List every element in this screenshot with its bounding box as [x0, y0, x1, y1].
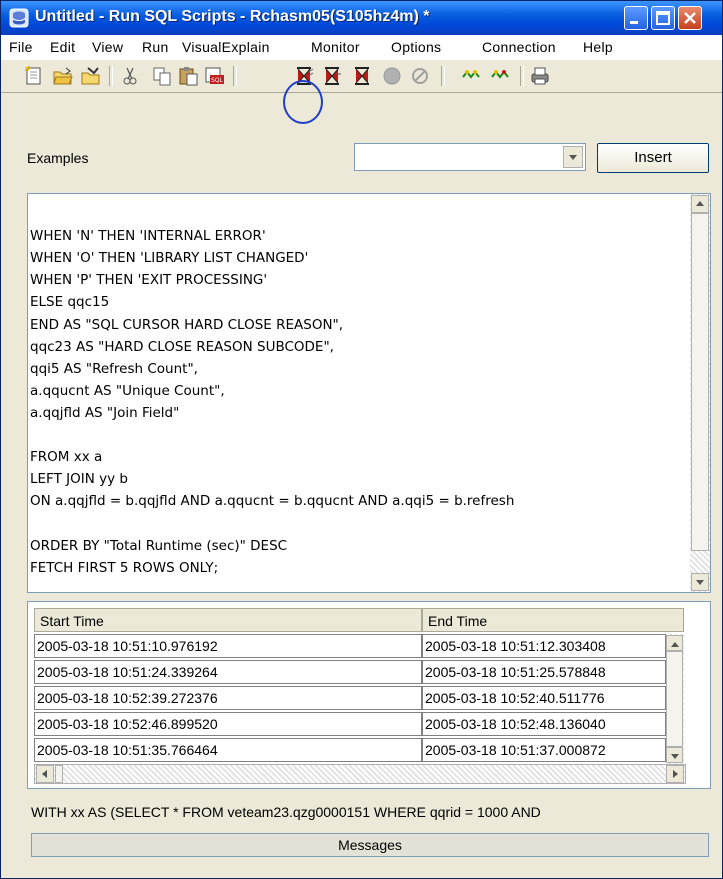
scroll-thumb[interactable]: [55, 765, 63, 783]
sql-line: ON a.qqjfld = b.qqjfld AND a.qqucnt = b.…: [30, 493, 515, 510]
cut-icon[interactable]: [119, 65, 141, 87]
scroll-up-button[interactable]: [666, 635, 683, 651]
cell-start-time[interactable]: 2005-03-18 10:51:35.766464: [34, 738, 422, 762]
arrow-left-icon: [42, 770, 47, 778]
sql-line: [30, 424, 686, 446]
cell-end-time[interactable]: 2005-03-18 10:52:48.136040: [422, 712, 666, 736]
app-icon: [9, 8, 29, 28]
examples-dropdown[interactable]: [354, 143, 586, 171]
sql-line: ORDER BY "Total Runtime (sec)" DESC: [30, 537, 288, 554]
sql-line: LEFT JOIN yy b: [30, 471, 128, 488]
menu-edit[interactable]: Edit: [50, 39, 75, 55]
menu-bar: File Edit View Run VisualExplain Monitor…: [1, 35, 722, 59]
toolbar: SQL: [1, 59, 722, 93]
toolbar-separator: [441, 66, 445, 86]
sql-line: qqc23 AS "HARD CLOSE REASON SUBCODE",: [30, 338, 334, 355]
menu-monitor[interactable]: Monitor: [311, 39, 360, 55]
dropdown-arrow-button[interactable]: [563, 146, 583, 168]
toolbar-separator: [233, 66, 237, 86]
messages-tab[interactable]: Messages: [31, 833, 709, 857]
cell-start-time[interactable]: 2005-03-18 10:51:10.976192: [34, 634, 422, 658]
menu-connection[interactable]: Connection: [482, 39, 556, 55]
save-icon[interactable]: [80, 65, 102, 87]
minimize-icon: [630, 21, 638, 24]
menu-view[interactable]: View: [92, 39, 123, 55]
sql-line: END AS "SQL CURSOR HARD CLOSE REASON",: [30, 316, 344, 333]
print-icon[interactable]: [529, 65, 551, 87]
title-bar[interactable]: Untitled - Run SQL Scripts - Rchasm05(S1…: [1, 1, 722, 35]
toolbar-separator: [109, 66, 113, 86]
run-sql-scripts-window: Untitled - Run SQL Scripts - Rchasm05(S1…: [0, 0, 723, 879]
run-selected-icon[interactable]: [351, 65, 373, 87]
sql-line: ELSE qqc15: [30, 294, 110, 311]
insert-button[interactable]: Insert: [597, 143, 709, 173]
cell-start-time[interactable]: 2005-03-18 10:52:39.272376: [34, 686, 422, 710]
paste-icon[interactable]: [177, 65, 199, 87]
maximize-button[interactable]: [651, 6, 675, 30]
arrow-right-icon: [673, 770, 678, 778]
cell-end-time[interactable]: 2005-03-18 10:51:12.303408: [422, 634, 666, 658]
scroll-thumb[interactable]: [691, 213, 709, 551]
copy-icon[interactable]: [151, 65, 173, 87]
scroll-right-button[interactable]: [666, 765, 684, 783]
sql-line: FETCH FIRST 5 ROWS ONLY;: [30, 559, 219, 576]
arrow-up-icon: [696, 201, 704, 206]
scroll-thumb[interactable]: [666, 651, 683, 747]
close-button[interactable]: [678, 6, 702, 30]
sql-line: qqi5 AS "Refresh Count",: [30, 360, 198, 377]
column-header-end-time[interactable]: End Time: [422, 608, 684, 632]
sql-line: [30, 512, 686, 534]
current-statement-status: WITH xx AS (SELECT * FROM veteam23.qzg00…: [31, 804, 541, 820]
run-all-highlight-circle: [283, 80, 323, 124]
column-header-start-time[interactable]: Start Time: [34, 608, 422, 632]
open-icon[interactable]: [52, 65, 74, 87]
scroll-up-button[interactable]: [691, 195, 709, 213]
sql-line: a.qqjfld AS "Join Field": [30, 404, 180, 421]
menu-visualexplain[interactable]: VisualExplain: [182, 39, 270, 55]
run-from-selected-icon[interactable]: [321, 65, 343, 87]
arrow-up-icon: [671, 642, 679, 647]
sql-line: FROM xx a: [30, 449, 103, 466]
scroll-down-button[interactable]: [666, 747, 683, 763]
cell-end-time[interactable]: 2005-03-18 10:51:25.578848: [422, 660, 666, 684]
cancel-icon[interactable]: [409, 65, 431, 87]
minimize-button[interactable]: [624, 6, 648, 30]
cell-end-time[interactable]: 2005-03-18 10:51:37.000872: [422, 738, 666, 762]
menu-options[interactable]: Options: [391, 39, 441, 55]
scroll-down-button[interactable]: [691, 573, 709, 591]
cell-start-time[interactable]: 2005-03-18 10:52:46.899520: [34, 712, 422, 736]
sql-line: WHEN 'P' THEN 'EXIT PROCESSING': [30, 272, 268, 289]
examples-label: Examples: [27, 150, 89, 166]
arrow-down-icon: [696, 580, 704, 585]
toolbar-separator: [520, 66, 524, 86]
sql-editor[interactable]: WHEN 'N' THEN 'INTERNAL ERROR' WHEN 'O' T…: [27, 193, 711, 593]
editor-vertical-scrollbar[interactable]: [690, 194, 710, 592]
results-panel: Start Time End Time 2005-03-18 10:51:10.…: [27, 601, 711, 789]
insert-sql-icon[interactable]: SQL: [204, 65, 226, 87]
scroll-left-button[interactable]: [36, 765, 54, 783]
run-and-explain-icon[interactable]: [489, 65, 511, 87]
sql-line: WHEN 'N' THEN 'INTERNAL ERROR': [30, 228, 266, 245]
cell-start-time[interactable]: 2005-03-18 10:51:24.339264: [34, 660, 422, 684]
new-icon[interactable]: [23, 65, 45, 87]
cell-end-time[interactable]: 2005-03-18 10:52:40.511776: [422, 686, 666, 710]
maximize-icon: [656, 11, 670, 25]
explain-icon[interactable]: [460, 65, 482, 87]
results-horizontal-scrollbar[interactable]: [34, 764, 686, 784]
window-title: Untitled - Run SQL Scripts - Rchasm05(S1…: [35, 8, 430, 25]
menu-run[interactable]: Run: [142, 39, 169, 55]
sql-editor-text[interactable]: WHEN 'N' THEN 'INTERNAL ERROR' WHEN 'O' T…: [28, 194, 686, 592]
menu-file[interactable]: File: [9, 39, 33, 55]
menu-help[interactable]: Help: [583, 39, 613, 55]
sql-line: a.qqucnt AS "Unique Count",: [30, 382, 225, 399]
svg-text:SQL: SQL: [211, 77, 224, 84]
results-vertical-scrollbar[interactable]: [666, 634, 684, 764]
stop-icon[interactable]: [381, 65, 403, 87]
arrow-down-icon: [671, 754, 679, 759]
sql-line: WHEN 'O' THEN 'LIBRARY LIST CHANGED': [30, 250, 309, 267]
close-icon: [684, 12, 696, 24]
chevron-down-icon: [569, 155, 577, 160]
